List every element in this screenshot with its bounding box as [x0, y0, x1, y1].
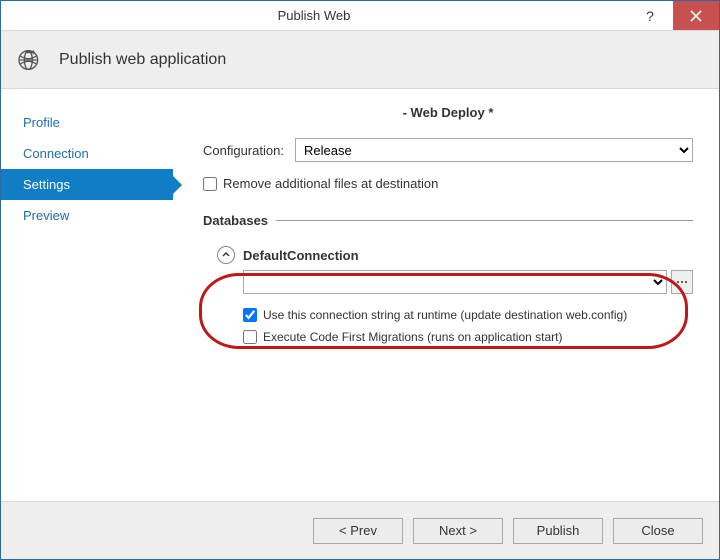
window-title: Publish Web — [1, 8, 627, 23]
use-runtime-label: Use this connection string at runtime (u… — [263, 308, 627, 322]
help-button[interactable]: ? — [627, 1, 673, 30]
publish-web-dialog: Publish Web ? Publish web application Pr — [0, 0, 720, 560]
dialog-title: Publish web application — [59, 51, 226, 69]
settings-panel: - Web Deploy * Configuration: Release Re… — [173, 89, 719, 501]
chevron-up-icon — [222, 251, 230, 259]
connection-builder-button[interactable] — [671, 270, 693, 294]
divider — [276, 220, 693, 221]
nav-item-connection[interactable]: Connection — [1, 138, 173, 169]
nav-item-settings[interactable]: Settings — [1, 169, 173, 200]
ellipsis-icon — [676, 276, 688, 288]
window-buttons: ? — [627, 1, 719, 30]
migrations-row: Execute Code First Migrations (runs on a… — [243, 330, 693, 344]
remove-files-checkbox[interactable] — [203, 177, 217, 191]
wizard-sidebar: Profile Connection Settings Preview — [1, 89, 173, 501]
titlebar: Publish Web ? — [1, 1, 719, 31]
configuration-label: Configuration: — [203, 143, 289, 158]
next-button[interactable]: Next > — [413, 518, 503, 544]
prev-button[interactable]: < Prev — [313, 518, 403, 544]
use-runtime-row: Use this connection string at runtime (u… — [243, 308, 693, 322]
database-block: DefaultConnection Use this connection st… — [203, 246, 693, 344]
publish-method-title: - Web Deploy * — [203, 105, 693, 120]
use-runtime-checkbox[interactable] — [243, 308, 257, 322]
dialog-footer: < Prev Next > Publish Close — [1, 501, 719, 559]
connection-string-row — [243, 270, 693, 294]
close-icon — [690, 10, 702, 22]
dialog-body: Profile Connection Settings Preview - We… — [1, 89, 719, 501]
nav-item-profile[interactable]: Profile — [1, 107, 173, 138]
configuration-row: Configuration: Release — [203, 138, 693, 162]
databases-heading: Databases — [203, 213, 693, 228]
expand-toggle[interactable] — [217, 246, 235, 264]
dialog-header: Publish web application — [1, 31, 719, 89]
connection-string-select[interactable] — [243, 270, 667, 294]
remove-files-row: Remove additional files at destination — [203, 176, 693, 191]
configuration-select[interactable]: Release — [295, 138, 693, 162]
db-connection-name: DefaultConnection — [243, 248, 359, 263]
remove-files-label: Remove additional files at destination — [223, 176, 438, 191]
nav-item-preview[interactable]: Preview — [1, 200, 173, 231]
migrations-label: Execute Code First Migrations (runs on a… — [263, 330, 562, 344]
publish-button[interactable]: Publish — [513, 518, 603, 544]
globe-publish-icon — [15, 44, 47, 76]
close-window-button[interactable] — [673, 1, 719, 30]
db-connection-header: DefaultConnection — [217, 246, 693, 264]
migrations-checkbox[interactable] — [243, 330, 257, 344]
close-button[interactable]: Close — [613, 518, 703, 544]
